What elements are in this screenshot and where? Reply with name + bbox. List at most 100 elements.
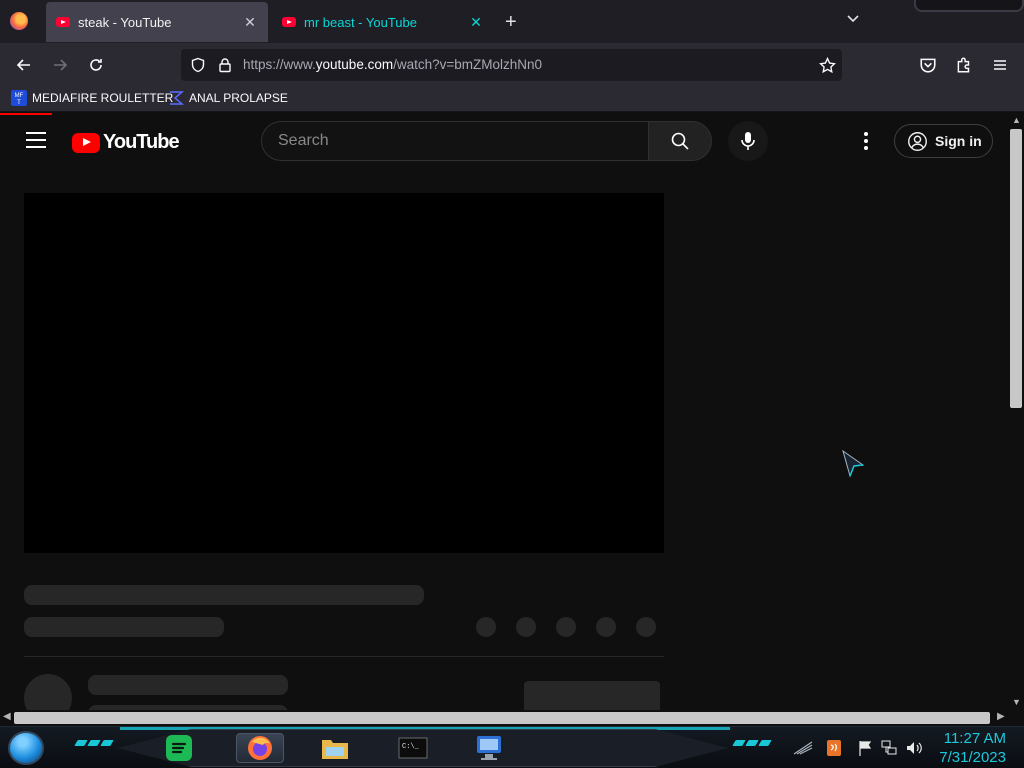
svg-text:MF: MF [15, 93, 24, 99]
action-skeleton-dot [516, 617, 536, 637]
start-button[interactable] [8, 731, 44, 765]
forward-button[interactable] [49, 54, 71, 76]
star-icon[interactable] [819, 57, 836, 74]
divider [24, 656, 664, 657]
channel-name-skeleton [88, 675, 288, 695]
sign-in-button[interactable]: Sign in [894, 124, 993, 158]
spotify-app-button[interactable] [164, 733, 194, 763]
reload-icon [90, 59, 102, 71]
firefox-app-button[interactable] [236, 733, 284, 763]
shield-icon[interactable] [190, 57, 206, 73]
hamburger-icon[interactable] [992, 57, 1008, 73]
bookmark-label: MEDIAFIRE ROULETTER [32, 91, 174, 105]
meta-skeleton [24, 617, 224, 637]
mediafire-favicon-icon: MFT [11, 90, 27, 106]
volume-icon[interactable] [905, 739, 923, 757]
url-path: /watch?v=bmZMolzhNn0 [393, 57, 543, 72]
terminal-icon: C:\_ [398, 737, 428, 759]
pocket-icon[interactable] [919, 56, 937, 74]
action-skeleton-dot [636, 617, 656, 637]
arrow-left-icon [16, 59, 30, 71]
back-button[interactable] [13, 54, 35, 76]
sign-in-label: Sign in [935, 133, 982, 149]
tab-close-icon[interactable]: ✕ [242, 14, 258, 31]
scroll-up-icon[interactable]: ▲ [1012, 115, 1021, 125]
youtube-play-icon [72, 132, 100, 153]
spotify-icon [166, 735, 192, 761]
action-center-flag-icon[interactable] [857, 739, 873, 757]
logo-text: YouTube [103, 131, 180, 153]
lock-icon[interactable] [217, 57, 233, 73]
microphone-icon [741, 132, 755, 150]
chevron-decoration-icon [74, 740, 114, 746]
svg-text:T: T [17, 100, 21, 106]
youtube-page: YouTube Sign in [0, 113, 1008, 710]
bookmark-anal-prolapse[interactable]: ANAL PROLAPSE [168, 90, 288, 106]
tab-title: steak - YouTube [78, 14, 172, 30]
search-input-container [261, 121, 649, 161]
sigma-favicon-icon [170, 91, 184, 105]
tab-close-icon[interactable]: ✕ [468, 14, 484, 31]
show-desktop-icon[interactable] [792, 740, 814, 756]
browser-tab-bar: steak - YouTube ✕ mr beast - YouTube ✕ + [0, 0, 1024, 44]
youtube-logo[interactable]: YouTube [72, 131, 180, 154]
chevron-decoration-icon [732, 740, 772, 746]
guide-menu-button[interactable] [26, 132, 46, 148]
remote-desktop-icon [477, 736, 501, 760]
tab-title: mr beast - YouTube [304, 14, 417, 30]
bookmarks-toolbar: MF T MEDIAFIRE ROULETTER ANAL PROLAPSE [0, 86, 1024, 112]
action-skeleton-dot [476, 617, 496, 637]
java-update-icon[interactable] [826, 739, 842, 757]
firefox-logo-icon[interactable] [10, 12, 28, 30]
youtube-favicon-icon [56, 17, 70, 27]
file-explorer-app-button[interactable] [320, 733, 350, 763]
subscribe-skeleton [524, 681, 660, 710]
url-text[interactable]: https://www.youtube.com/watch?v=bmZMolzh… [243, 57, 542, 72]
theme-decoration [914, 0, 1024, 12]
list-all-tabs-icon[interactable] [846, 12, 860, 26]
screen: steak - YouTube ✕ mr beast - YouTube ✕ +… [0, 0, 1024, 768]
search-input[interactable] [262, 122, 649, 160]
network-icon[interactable] [880, 739, 898, 757]
file-explorer-icon [322, 740, 348, 759]
scroll-left-icon[interactable]: ◀ [3, 711, 11, 722]
action-skeleton-dot [596, 617, 616, 637]
new-tab-button[interactable]: + [505, 11, 517, 34]
title-skeleton [24, 585, 424, 605]
scroll-right-icon[interactable]: ▶ [997, 711, 1005, 722]
mouse-cursor-icon [842, 449, 865, 478]
vertical-scroll-thumb[interactable] [1010, 129, 1022, 408]
settings-more-button[interactable] [856, 131, 876, 151]
bookmark-mediafire-rouletter[interactable]: MF T MEDIAFIRE ROULETTER [11, 90, 173, 106]
clock-time: 11:27 AM [943, 730, 1006, 747]
action-skeleton-dot [556, 617, 576, 637]
puzzle-icon[interactable] [955, 56, 973, 74]
search-button[interactable] [648, 121, 712, 161]
navigation-toolbar: https://www.youtube.com/watch?v=bmZMolzh… [0, 44, 1024, 86]
horizontal-scrollbar[interactable]: ◀ ▶ [0, 710, 1024, 726]
url-prefix: https://www. [243, 57, 316, 72]
horizontal-scroll-thumb[interactable] [14, 712, 990, 724]
remote-desktop-app-button[interactable] [474, 733, 504, 763]
account-circle-icon [908, 131, 927, 151]
arrow-right-icon [54, 59, 68, 71]
svg-text:C:\_: C:\_ [402, 743, 420, 751]
video-player[interactable] [24, 193, 664, 553]
reload-button[interactable] [85, 54, 107, 76]
channel-avatar-skeleton [24, 674, 72, 710]
voice-search-button[interactable] [728, 121, 768, 161]
youtube-favicon-icon [282, 17, 296, 27]
bookmark-label: ANAL PROLAPSE [189, 91, 288, 105]
address-bar[interactable]: https://www.youtube.com/watch?v=bmZMolzh… [181, 49, 842, 81]
tab-steak[interactable]: steak - YouTube ✕ [46, 2, 268, 42]
tab-mr-beast[interactable]: mr beast - YouTube ✕ [272, 2, 494, 42]
search-icon [671, 132, 689, 150]
clock-date: 7/31/2023 [939, 749, 1006, 766]
terminal-app-button[interactable]: C:\_ [396, 733, 430, 763]
vertical-scrollbar[interactable]: ▲ ▼ [1008, 113, 1024, 710]
system-clock[interactable]: 11:27 AM 7/31/2023 [939, 729, 1006, 767]
page-load-progress [0, 113, 52, 115]
url-host: youtube.com [315, 57, 394, 72]
scroll-down-icon[interactable]: ▼ [1012, 697, 1021, 707]
firefox-icon [248, 736, 272, 760]
